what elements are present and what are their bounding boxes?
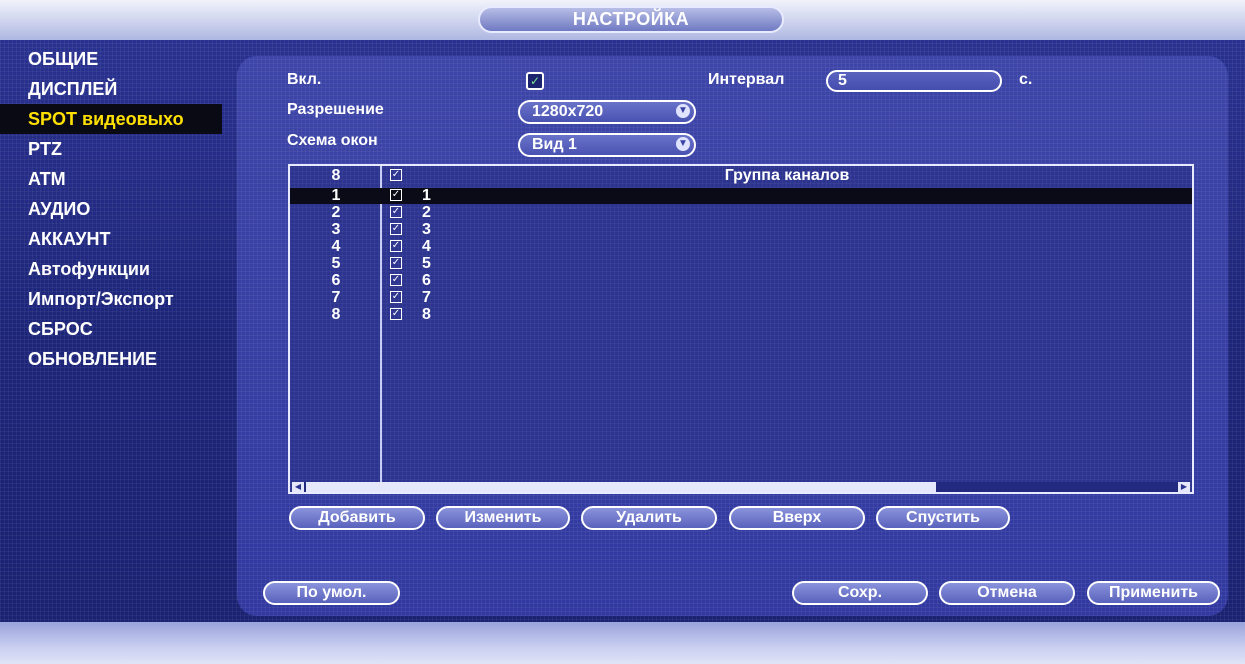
row-checkbox[interactable]: ✓ <box>390 308 402 320</box>
row-checkbox[interactable]: ✓ <box>390 189 402 201</box>
check-icon: ✓ <box>391 223 401 234</box>
row-checkbox[interactable]: ✓ <box>390 291 402 303</box>
move-up-button[interactable]: Вверх <box>729 506 865 530</box>
interval-label: Интервал <box>708 71 785 88</box>
check-icon: ✓ <box>391 257 401 268</box>
layout-label: Схема окон <box>287 132 378 149</box>
check-icon: ✓ <box>529 74 541 88</box>
row-checkbox[interactable]: ✓ <box>390 223 402 235</box>
row-channel: 4 <box>422 238 431 255</box>
sidebar-item-ptz[interactable]: PTZ <box>0 134 222 164</box>
row-checkbox[interactable]: ✓ <box>390 274 402 286</box>
row-number: 7 <box>331 289 341 306</box>
row-checkbox[interactable]: ✓ <box>390 206 402 218</box>
horizontal-scrollbar[interactable]: ◀ ▶ <box>292 482 1190 492</box>
add-button[interactable]: Добавить <box>289 506 425 530</box>
sidebar-item-reset[interactable]: СБРОС <box>0 314 222 344</box>
resolution-select[interactable]: 1280x720 ▼ <box>518 100 696 124</box>
sidebar-item-atm[interactable]: ATM <box>0 164 222 194</box>
row-number: 5 <box>331 255 341 272</box>
check-icon: ✓ <box>391 189 401 200</box>
sidebar-item-auto-functions[interactable]: Автофункции <box>0 254 222 284</box>
table-row[interactable]: 5 ✓ 5 <box>290 256 1192 272</box>
header-title: Группа каналов <box>724 167 850 184</box>
row-channel: 1 <box>422 187 431 204</box>
row-number: 8 <box>331 306 341 323</box>
cancel-button[interactable]: Отмена <box>939 581 1075 605</box>
row-number: 4 <box>331 238 341 255</box>
sidebar-item-update[interactable]: ОБНОВЛЕНИЕ <box>0 344 222 374</box>
scroll-right-icon[interactable]: ▶ <box>1178 482 1190 492</box>
row-channel: 8 <box>422 306 431 323</box>
scroll-left-icon[interactable]: ◀ <box>292 482 304 492</box>
delete-button[interactable]: Удалить <box>581 506 717 530</box>
channel-group-table: 8 ✓ Группа каналов 1 ✓ 1 2 ✓ 2 3 ✓ 3 4 ✓… <box>288 164 1194 494</box>
check-icon: ✓ <box>391 240 401 251</box>
sidebar-item-audio[interactable]: АУДИО <box>0 194 222 224</box>
title-bar: НАСТРОЙКА <box>0 0 1245 40</box>
row-checkbox[interactable]: ✓ <box>390 257 402 269</box>
window-title: НАСТРОЙКА <box>478 6 784 33</box>
sidebar-item-spot-output[interactable]: SPOT видеовыхо <box>0 104 222 134</box>
check-icon: ✓ <box>391 308 401 319</box>
row-number: 1 <box>331 187 341 204</box>
table-row[interactable]: 8 ✓ 8 <box>290 307 1192 323</box>
save-button[interactable]: Сохр. <box>792 581 928 605</box>
bottom-bar <box>0 622 1245 664</box>
layout-value: Вид 1 <box>532 136 577 153</box>
table-row[interactable]: 2 ✓ 2 <box>290 205 1192 221</box>
resolution-label: Разрешение <box>287 101 384 118</box>
table-row[interactable]: 6 ✓ 6 <box>290 273 1192 289</box>
check-icon: ✓ <box>391 274 401 285</box>
sidebar: ОБЩИЕ ДИСПЛЕЙ SPOT видеовыхо PTZ ATM АУД… <box>0 44 222 374</box>
row-channel: 2 <box>422 204 431 221</box>
row-channel: 3 <box>422 221 431 238</box>
apply-button[interactable]: Применить <box>1087 581 1220 605</box>
header-count: 8 <box>331 167 341 184</box>
sidebar-item-account[interactable]: АККАУНТ <box>0 224 222 254</box>
table-header: 8 ✓ Группа каналов <box>290 168 1192 184</box>
row-checkbox[interactable]: ✓ <box>390 240 402 252</box>
row-number: 6 <box>331 272 341 289</box>
dropdown-arrow-icon: ▼ <box>676 137 690 151</box>
move-down-button[interactable]: Спустить <box>876 506 1010 530</box>
table-row[interactable]: 1 ✓ 1 <box>290 188 1192 204</box>
dropdown-arrow-icon: ▼ <box>676 104 690 118</box>
edit-button[interactable]: Изменить <box>436 506 570 530</box>
default-button[interactable]: По умол. <box>263 581 400 605</box>
scrollbar-thumb[interactable] <box>306 482 936 492</box>
enable-label: Вкл. <box>287 71 322 88</box>
check-icon: ✓ <box>391 291 401 302</box>
row-number: 2 <box>331 204 341 221</box>
table-row[interactable]: 4 ✓ 4 <box>290 239 1192 255</box>
resolution-value: 1280x720 <box>532 103 604 120</box>
row-channel: 6 <box>422 272 431 289</box>
sidebar-item-import-export[interactable]: Импорт/Экспорт <box>0 284 222 314</box>
interval-input[interactable]: 5 <box>826 70 1002 92</box>
enable-checkbox[interactable]: ✓ <box>526 72 544 90</box>
sidebar-item-general[interactable]: ОБЩИЕ <box>0 44 222 74</box>
row-channel: 5 <box>422 255 431 272</box>
table-row[interactable]: 7 ✓ 7 <box>290 290 1192 306</box>
sidebar-item-display[interactable]: ДИСПЛЕЙ <box>0 74 222 104</box>
table-row[interactable]: 3 ✓ 3 <box>290 222 1192 238</box>
check-icon: ✓ <box>391 206 401 217</box>
layout-select[interactable]: Вид 1 ▼ <box>518 133 696 157</box>
row-number: 3 <box>331 221 341 238</box>
row-channel: 7 <box>422 289 431 306</box>
interval-unit: с. <box>1019 71 1033 88</box>
